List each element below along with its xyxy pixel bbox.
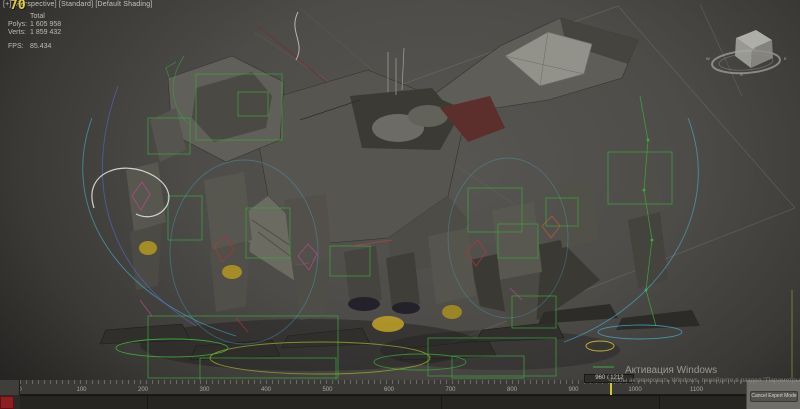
viewport-statistics: Total Polys: 1 605 958 Verts: 1 859 432 … (8, 13, 61, 51)
stats-polys-value: 1 605 958 (30, 21, 61, 29)
stats-verts-label: Verts: (8, 29, 30, 37)
ruler-frame-label: 300 (199, 387, 209, 393)
trackbar-divider (659, 396, 660, 409)
stats-verts-value: 1 859 432 (30, 29, 61, 37)
trackbar-divider (147, 396, 148, 409)
ruler-frame-label: 1000 (628, 387, 641, 393)
trackbar-divider (441, 396, 442, 409)
fps-overlay-counter: 70 (10, 0, 26, 13)
stats-polys-label: Polys: (8, 21, 30, 29)
ruler-labels: 0100200300400500600700800900100011001200 (20, 380, 746, 394)
viewcube-graphic[interactable] (700, 22, 792, 94)
cancel-expert-mode-button[interactable]: Cancel Expert Mode (750, 391, 798, 402)
ruler-frame-label: 600 (384, 387, 394, 393)
time-ruler[interactable]: 0100200300400500600700800900100011001200 (20, 380, 746, 395)
ruler-frame-label: 200 (138, 387, 148, 393)
compass-south[interactable]: S (740, 72, 743, 77)
stats-fps-label: FPS: (8, 43, 30, 51)
ruler-frame-label: 0 (20, 387, 22, 393)
compass-east[interactable]: E (784, 56, 787, 61)
time-slider-line[interactable] (610, 381, 612, 395)
ruler-frame-label: 800 (507, 387, 517, 393)
compass-north[interactable]: N (752, 46, 755, 51)
timeline-left-corner (0, 380, 20, 395)
current-frame-indicator[interactable]: 960 / 1212 (584, 374, 634, 383)
ruler-frame-label: 1100 (690, 387, 703, 393)
maxscript-mini-listener[interactable] (0, 396, 14, 409)
application-window: [+] [Perspective] [Standard] [Default Sh… (0, 0, 800, 409)
timeline-area: 0100200300400500600700800900100011001200 (0, 380, 800, 409)
ruler-frame-label: 900 (568, 387, 578, 393)
ruler-frame-label: 400 (261, 387, 271, 393)
viewport[interactable]: [+] [Perspective] [Standard] [Default Sh… (0, 0, 800, 380)
ruler-frame-label: 100 (76, 387, 86, 393)
expert-mode-panel: Cancel Expert Mode (746, 380, 800, 409)
stats-total-label: Total (30, 13, 61, 21)
viewcube[interactable]: W E S N (700, 22, 792, 94)
track-bar[interactable] (20, 395, 746, 409)
compass-west[interactable]: W (706, 56, 710, 61)
stats-fps-value: 85.434 (30, 43, 51, 51)
ruler-frame-label: 700 (445, 387, 455, 393)
ruler-frame-label: 500 (322, 387, 332, 393)
viewport-canvas[interactable] (0, 0, 800, 380)
